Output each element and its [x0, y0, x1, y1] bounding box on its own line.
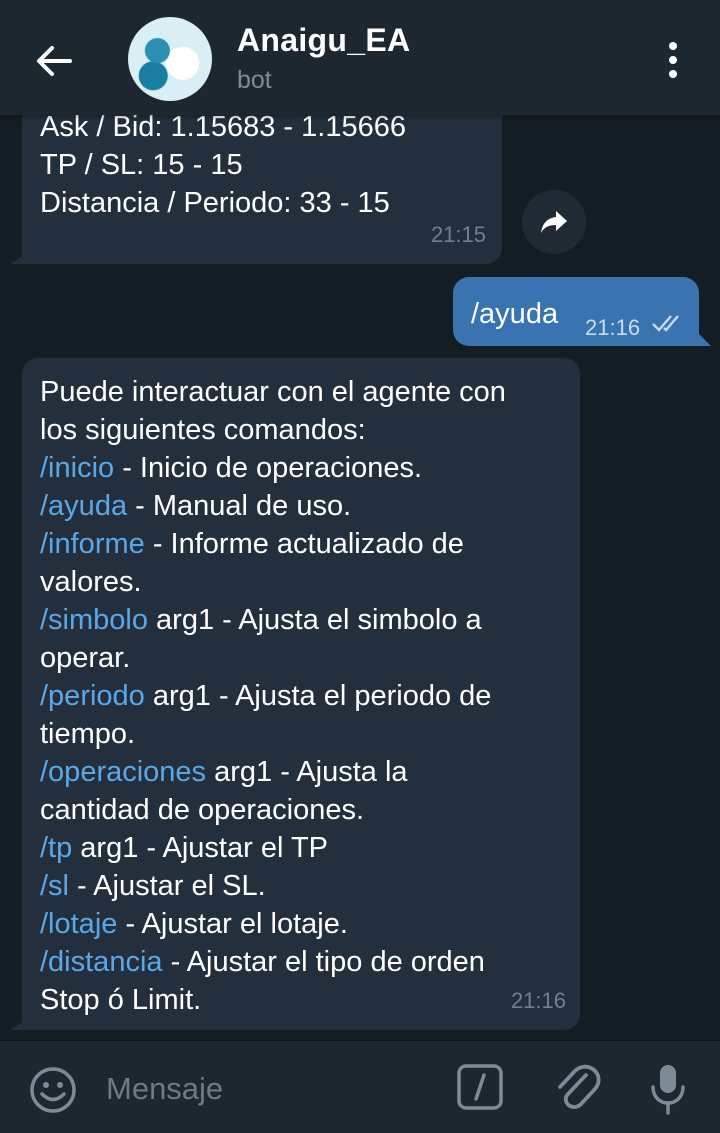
bot-commands-button[interactable]: [456, 1063, 504, 1111]
microphone-icon: [651, 1065, 685, 1115]
double-check-icon: [652, 315, 679, 332]
bubble-tail: [697, 332, 711, 346]
command-link-lotaje[interactable]: /lotaje: [40, 908, 117, 940]
command-link-ayuda[interactable]: /ayuda: [40, 490, 127, 522]
help-row: operar.: [40, 639, 562, 677]
command-link-operaciones[interactable]: /operaciones: [40, 756, 206, 788]
paperclip-icon: [558, 1064, 601, 1109]
emoji-button[interactable]: [28, 1065, 78, 1115]
help-row-text: - Ajustar el SL.: [69, 870, 266, 902]
message-time: 21:16: [510, 988, 566, 1013]
help-row: /lotaje - Ajustar el lotaje.: [40, 905, 562, 943]
help-row-text: - Ajustar el lotaje.: [117, 908, 348, 940]
help-row: /inicio - Inicio de operaciones.: [40, 449, 562, 487]
more-menu-button[interactable]: [658, 38, 688, 82]
help-row: /sl - Ajustar el SL.: [40, 867, 562, 905]
message-composer: [0, 1040, 720, 1133]
help-row-text: arg1 - Ajusta la: [206, 756, 408, 788]
help-row-text: - Manual de uso.: [127, 490, 352, 522]
help-row-text: operar.: [40, 642, 131, 674]
command-link-sl[interactable]: /sl: [40, 870, 69, 902]
arrow-left-icon: [37, 46, 72, 76]
avatar[interactable]: [128, 17, 212, 101]
slash-command-icon: [457, 1064, 503, 1110]
emoji-icon: [30, 1067, 76, 1113]
forward-arrow-icon: [541, 211, 567, 233]
help-row-text: valores.: [40, 566, 142, 598]
help-row: /informe - Informe actualizado de: [40, 525, 562, 563]
help-row-text: arg1 - Ajusta el periodo de: [144, 680, 492, 712]
command-link-distancia[interactable]: /distancia: [40, 946, 163, 978]
message-time: 21:15: [430, 222, 486, 247]
command-link-tp[interactable]: /tp: [40, 832, 72, 864]
telegram-chat-screen: Ask / Bid: 1.15683 - 1.15666 TP / SL: 15…: [0, 0, 720, 1133]
help-row: cantidad de operaciones.: [40, 791, 562, 829]
help-row: valores.: [40, 563, 562, 601]
help-row-text: - Inicio de operaciones.: [114, 452, 423, 484]
chat-subtitle: bot: [237, 66, 272, 94]
message-line-distancia-periodo: Distancia / Periodo: 33 - 15: [40, 187, 390, 219]
help-row: /ayuda - Manual de uso.: [40, 487, 562, 525]
message-time: 21:16: [585, 315, 641, 340]
chat-header: Anaigu_EA bot: [0, 0, 720, 115]
message-line-tp-sl: TP / SL: 15 - 15: [40, 149, 243, 181]
command-link-informe[interactable]: /informe: [40, 528, 145, 560]
command-link-periodo[interactable]: /periodo: [40, 680, 145, 712]
help-row-text: Stop ó Limit.: [40, 984, 202, 1016]
back-button[interactable]: [30, 38, 80, 84]
help-row-text: - Informe actualizado de: [144, 528, 464, 560]
attach-button[interactable]: [552, 1061, 602, 1115]
help-row-text: tiempo.: [40, 718, 136, 750]
forward-button[interactable]: [522, 190, 586, 254]
help-row: /tp arg1 - Ajustar el TP: [40, 829, 562, 867]
chat-title[interactable]: Anaigu_EA: [237, 22, 410, 59]
command-link-inicio[interactable]: /inicio: [40, 452, 114, 484]
help-row-text: arg1 - Ajusta el simbolo a: [148, 604, 482, 636]
more-vertical-icon: [669, 42, 677, 78]
help-intro-line: Puede interactuar con el agente con: [40, 376, 506, 408]
help-row: Stop ó Limit.: [40, 981, 562, 1019]
help-row-text: arg1 - Ajustar el TP: [72, 832, 328, 864]
incoming-message-help[interactable]: Puede interactuar con el agente con los …: [22, 358, 580, 1030]
help-intro-line: los siguientes comandos:: [40, 414, 366, 446]
help-row: tiempo.: [40, 715, 562, 753]
command-link-simbolo[interactable]: /simbolo: [40, 604, 148, 636]
message-input[interactable]: [104, 1063, 438, 1115]
help-row: /operaciones arg1 - Ajusta la: [40, 753, 562, 791]
help-row: /periodo arg1 - Ajusta el periodo de: [40, 677, 562, 715]
voice-record-button[interactable]: [648, 1061, 688, 1117]
message-text: /ayuda: [471, 298, 559, 330]
help-row: /distancia - Ajustar el tipo de orden: [40, 943, 562, 981]
help-row: /simbolo arg1 - Ajusta el simbolo a: [40, 601, 562, 639]
bubble-tail: [10, 250, 32, 264]
help-row-text: - Ajustar el tipo de orden: [162, 946, 485, 978]
message-list[interactable]: Ask / Bid: 1.15683 - 1.15666 TP / SL: 15…: [0, 0, 720, 1040]
help-row-text: cantidad de operaciones.: [40, 794, 365, 826]
outgoing-message[interactable]: /ayuda 21:16: [453, 277, 699, 346]
